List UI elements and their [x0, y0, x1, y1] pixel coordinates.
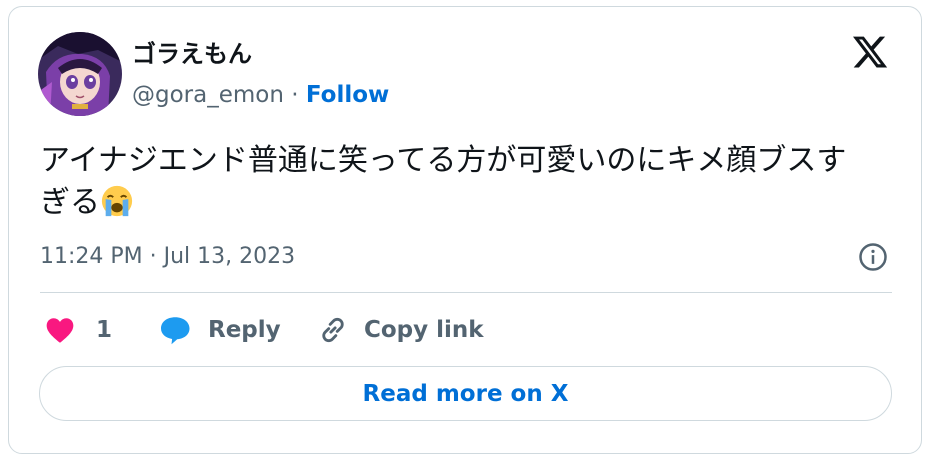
- follow-button[interactable]: Follow: [306, 82, 389, 108]
- loudly-crying-face-icon: [101, 185, 133, 217]
- speech-bubble-icon: [161, 317, 190, 345]
- like-count: 1: [96, 317, 113, 343]
- separator-dot: ·: [291, 82, 299, 108]
- read-more-button[interactable]: Read more on X: [39, 366, 892, 421]
- tweet-text: アイナジエンド普通に笑ってる方が可愛いのにキメ顔ブスすぎる: [40, 143, 847, 220]
- tweet-timestamp[interactable]: 11:24 PM · Jul 13, 2023: [40, 243, 295, 271]
- author-handle-row: @gora_emon · Follow: [132, 80, 389, 110]
- author-handle[interactable]: @gora_emon: [132, 82, 284, 108]
- reply-button[interactable]: Reply: [158, 312, 281, 348]
- heart-icon: [46, 318, 74, 343]
- divider: [40, 292, 892, 293]
- avatar[interactable]: [38, 32, 122, 116]
- link-icon: [322, 317, 344, 343]
- tweet-text-block: アイナジエンド普通に笑ってる方が可愛いのにキメ顔ブスすぎる: [40, 140, 870, 224]
- copy-link-button[interactable]: Copy link: [316, 312, 484, 348]
- copy-link-label: Copy link: [364, 317, 484, 343]
- like-button[interactable]: 1: [44, 312, 112, 348]
- info-icon[interactable]: [858, 242, 888, 272]
- author-display-name[interactable]: ゴラえもん: [132, 38, 252, 70]
- x-logo-icon[interactable]: [850, 33, 890, 71]
- reply-label: Reply: [208, 317, 281, 343]
- read-more-label: Read more on X: [362, 380, 569, 407]
